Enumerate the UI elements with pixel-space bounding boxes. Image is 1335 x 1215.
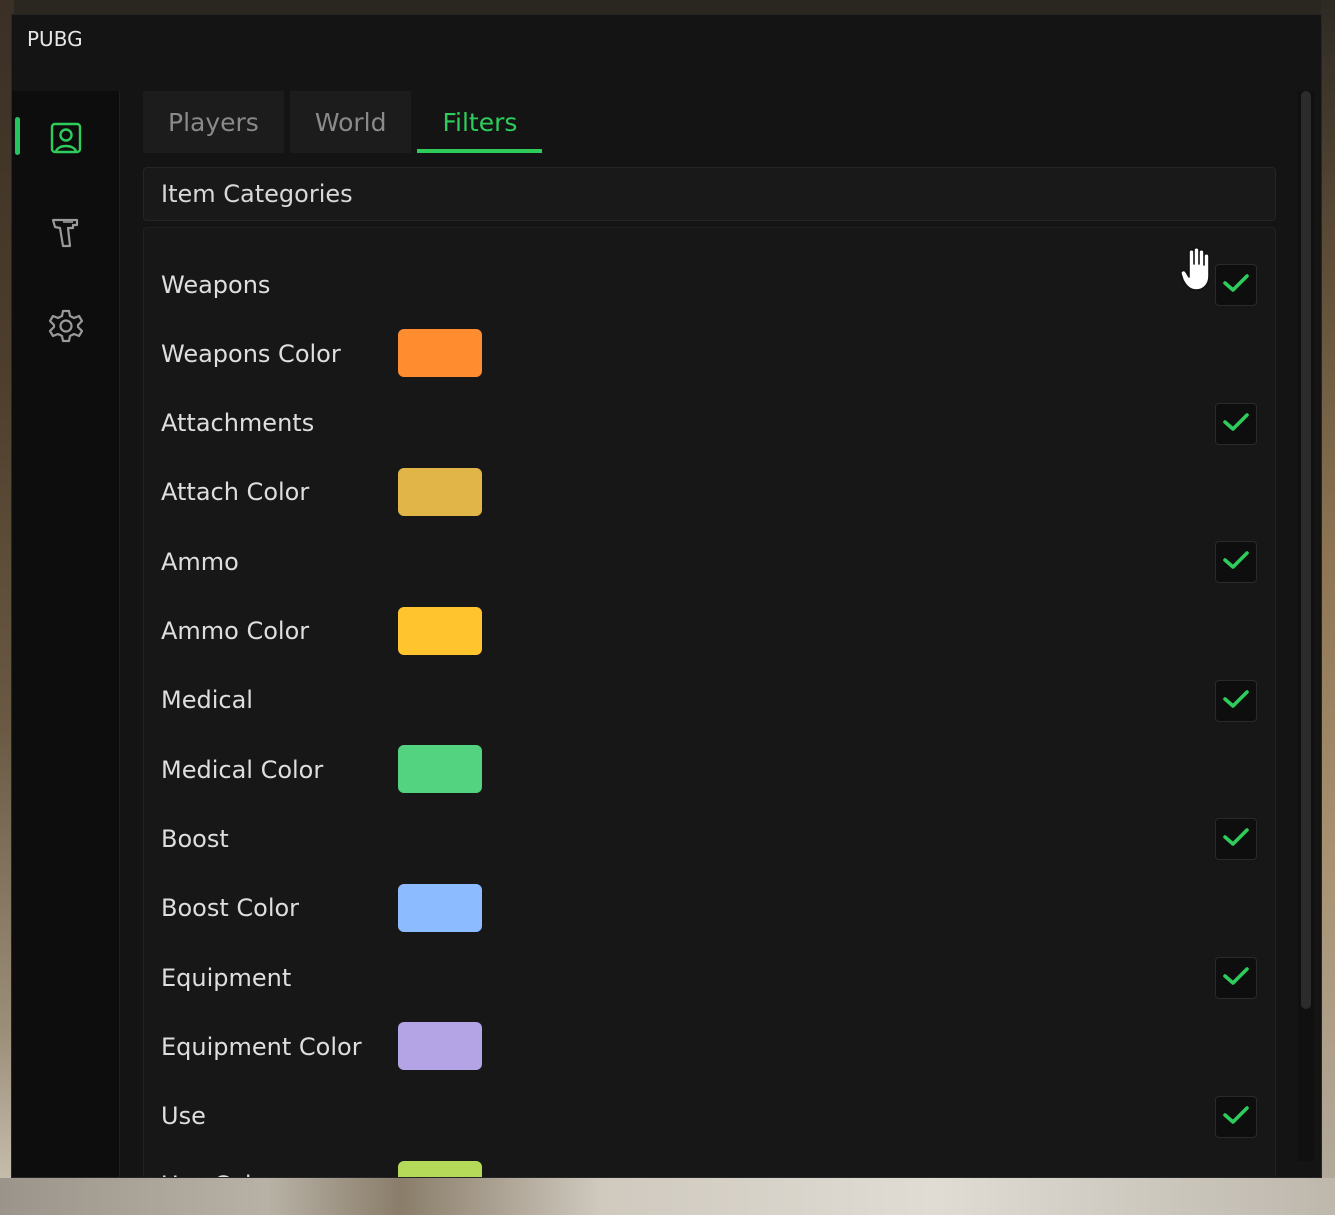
gun-icon: [49, 214, 83, 250]
row-label: Use Color: [161, 1171, 276, 1177]
background-right: [1321, 0, 1335, 1215]
color-row: Weapons Color: [144, 319, 1275, 388]
row-label: Equipment: [161, 963, 292, 992]
checkbox[interactable]: [1215, 541, 1257, 584]
color-row: Attach Color: [144, 458, 1275, 527]
row-label: Medical: [161, 686, 253, 715]
section-header: Item Categories: [143, 167, 1276, 221]
row-label: Boost: [161, 824, 229, 853]
sidebar-item-players[interactable]: [12, 103, 119, 173]
tab-players[interactable]: Players: [143, 91, 284, 153]
color-swatch-button[interactable]: [398, 1160, 482, 1177]
tab-bar: Players World Filters: [143, 91, 543, 153]
toggle-row: Weapons: [144, 250, 1275, 319]
checkmark-icon: [1222, 272, 1250, 298]
sidebar: [12, 91, 120, 1177]
toggle-row: Ammo: [144, 527, 1275, 596]
tab-filters[interactable]: Filters: [417, 91, 543, 153]
color-row: Equipment Color: [144, 1012, 1275, 1081]
row-label: Attachments: [161, 409, 315, 438]
checkmark-icon: [1222, 1104, 1250, 1130]
toggle-row: Use: [144, 1082, 1275, 1151]
checkbox[interactable]: [1215, 1095, 1257, 1138]
sidebar-item-settings[interactable]: [12, 291, 119, 361]
filter-list: Weapons Weapons Color Attachments Attach Co…: [143, 227, 1276, 1177]
row-label: Use: [161, 1102, 206, 1131]
row-label: Weapons: [161, 270, 271, 299]
row-label: Ammo Color: [161, 617, 310, 645]
toggle-row: Medical: [144, 666, 1275, 735]
scrollbar-thumb[interactable]: [1301, 91, 1311, 1009]
section-title: Item Categories: [161, 180, 353, 208]
sidebar-item-weapons[interactable]: [12, 197, 119, 267]
color-row: Boost Color: [144, 874, 1275, 943]
toggle-row: Equipment: [144, 943, 1275, 1012]
color-swatch-button[interactable]: [398, 1022, 482, 1071]
checkbox[interactable]: [1215, 402, 1257, 445]
row-label: Attach Color: [161, 478, 310, 507]
color-row: Ammo Color: [144, 597, 1275, 666]
background-bottom: [0, 1178, 1335, 1215]
row-label: Medical Color: [161, 755, 324, 784]
color-swatch-button[interactable]: [398, 745, 482, 794]
color-row: Medical Color: [144, 735, 1275, 804]
checkmark-icon: [1222, 826, 1250, 852]
color-swatch-button[interactable]: [398, 883, 482, 932]
row-label: Ammo: [161, 547, 239, 576]
color-swatch-button[interactable]: [398, 467, 482, 516]
checkmark-icon: [1222, 549, 1250, 575]
checkmark-icon: [1222, 411, 1250, 437]
checkbox[interactable]: [1215, 957, 1257, 999]
color-swatch-button[interactable]: [398, 329, 482, 378]
toggle-row: Attachments: [144, 389, 1275, 458]
checkbox[interactable]: [1215, 264, 1257, 306]
player-icon: [49, 121, 83, 155]
row-label: Equipment Color: [161, 1032, 362, 1061]
row-label: Weapons Color: [161, 339, 341, 368]
gear-icon: [48, 308, 84, 344]
menu-window: PUBG Players World Filters Item Categori…: [11, 14, 1322, 1178]
active-indicator: [15, 117, 20, 155]
row-label: Boost Color: [161, 894, 300, 923]
checkbox[interactable]: [1215, 818, 1257, 861]
color-swatch-button[interactable]: [398, 606, 482, 655]
window-title: PUBG: [27, 27, 83, 51]
scrollbar[interactable]: [1298, 91, 1314, 1161]
checkmark-icon: [1222, 965, 1250, 991]
color-row: Use Color: [144, 1151, 1275, 1177]
checkbox[interactable]: [1215, 679, 1257, 722]
checkmark-icon: [1222, 688, 1250, 714]
toggle-row: Boost: [144, 804, 1275, 873]
tab-world[interactable]: World: [289, 91, 412, 153]
